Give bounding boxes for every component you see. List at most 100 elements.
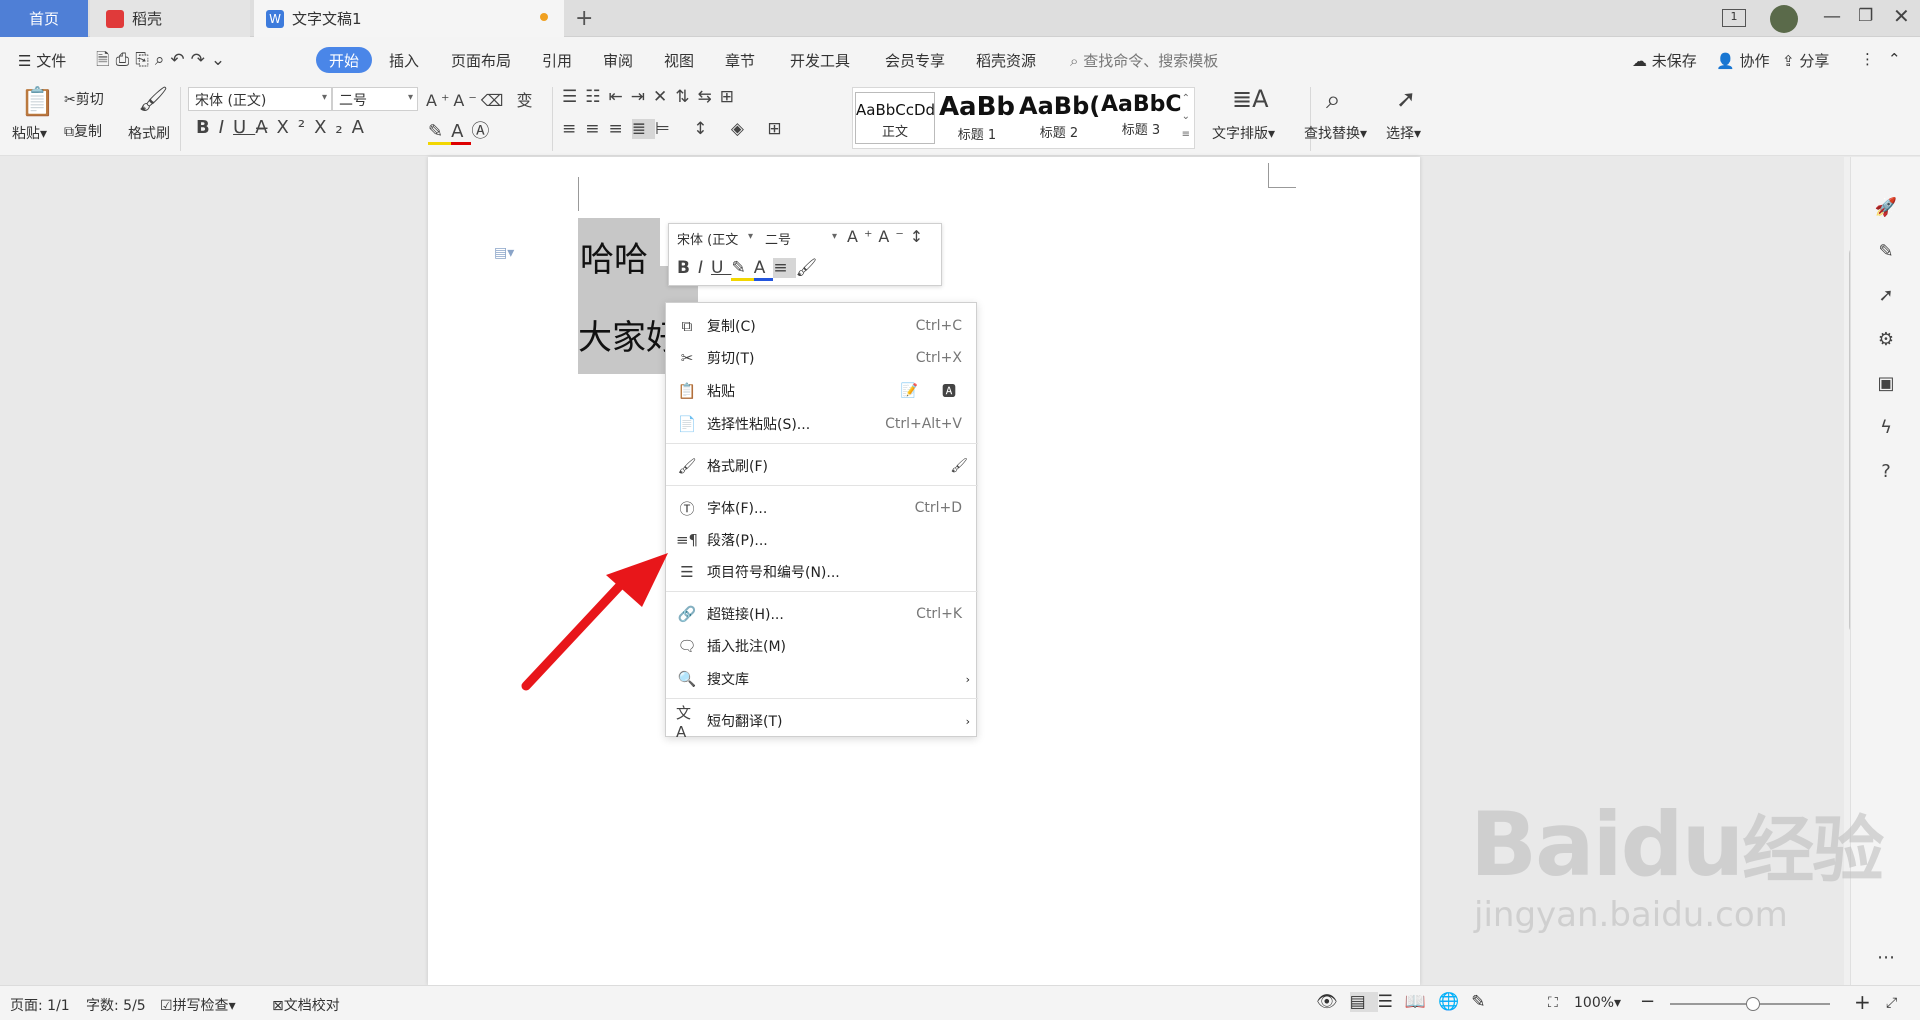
ctx-search-library[interactable]: 🔍 搜文库 › <box>666 664 978 694</box>
proofread-button[interactable]: ⊠文档校对 <box>272 995 340 1015</box>
text-layout-icon[interactable]: ≣A <box>1232 85 1269 113</box>
select-cursor-icon[interactable]: ➚ <box>1396 85 1416 113</box>
paragraph-layout-icon[interactable]: ▤▾ <box>494 245 514 261</box>
font-style-icons[interactable]: BIUA̶X²X₂A <box>196 117 373 138</box>
ctx-divider <box>666 698 978 699</box>
cursor-icon[interactable]: ➚ <box>1873 285 1899 311</box>
window-count-icon[interactable]: 1 <box>1722 9 1746 27</box>
ctx-cut[interactable]: ✂ 剪切(T) Ctrl+X <box>666 343 978 373</box>
highlight-color-icons[interactable]: ✎AⒶ <box>428 117 497 145</box>
more-icon[interactable]: ⋯ <box>1873 947 1899 973</box>
ctx-bullets[interactable]: ☰ 项目符号和编号(N)... <box>666 557 978 587</box>
ctx-copy[interactable]: ⧉ 复制(C) Ctrl+C <box>666 311 978 341</box>
style-heading2[interactable]: AaBb(标题 2 <box>1019 92 1099 144</box>
quick-access-icons[interactable]: 🗎⎙⎘⌕↶↷⌄ <box>96 47 231 76</box>
font-grow-shrink-icons[interactable]: A⁺A⁻⌫ 变 <box>426 87 537 111</box>
list-indent-icons[interactable]: ☰☷⇤⇥✕⇅⇆⊞ <box>562 87 742 107</box>
menu-view[interactable]: 视图 <box>664 50 694 71</box>
sliders-icon[interactable]: ⚙ <box>1873 329 1899 355</box>
minimize-icon[interactable]: — <box>1823 6 1841 27</box>
menu-references[interactable]: 引用 <box>542 50 572 71</box>
cut-button[interactable]: ✂剪切 <box>64 89 104 109</box>
style-heading1-label: 标题 1 <box>957 128 997 143</box>
format-painter-button[interactable]: 格式刷 <box>128 123 170 143</box>
mini-format-icons[interactable]: BIU✎A≡🖌 <box>677 258 825 281</box>
ctx-label: 段落(P)... <box>707 533 768 549</box>
text-layout-button[interactable]: 文字排版▾ <box>1212 123 1275 143</box>
ctx-paragraph[interactable]: ≡¶ 段落(P)... <box>666 525 978 555</box>
menu-file[interactable]: ☰ 文件 <box>18 50 66 71</box>
help-icon[interactable]: ? <box>1873 461 1899 487</box>
font-family-select[interactable]: 宋体 (正文) ▾ <box>188 87 332 111</box>
style-heading3[interactable]: AaBbC 标题 3 <box>1101 92 1181 144</box>
ctx-paste[interactable]: 📋 粘贴 📝 🅰 <box>666 376 978 406</box>
menu-insert[interactable]: 插入 <box>389 50 419 71</box>
find-replace-button[interactable]: 查找替换▾ <box>1304 123 1367 143</box>
paste-icon[interactable]: 📋 <box>20 85 55 118</box>
pen-icon[interactable]: ✎ <box>1873 241 1899 267</box>
paste-keep-format-icon[interactable]: 🅰 <box>942 381 956 401</box>
word-count[interactable]: 字数: 5/5 <box>86 995 146 1015</box>
zoom-out-icon[interactable]: − <box>1640 991 1655 1012</box>
view-mode-icons[interactable]: 👁▤☰📖🌐✎ <box>1316 992 1497 1012</box>
copy-button[interactable]: ⧉复制 <box>64 121 102 141</box>
image-edit-icon[interactable]: ▣ <box>1873 373 1899 399</box>
style-normal-preview: AaBbCcDd <box>856 101 934 119</box>
new-tab-icon[interactable]: + <box>575 6 593 31</box>
collab-button[interactable]: 👤 协作 <box>1716 50 1769 71</box>
menu-section[interactable]: 章节 <box>725 50 755 71</box>
command-search[interactable]: ⌕ 查找命令、搜索模板 <box>1070 50 1218 71</box>
zoom-in-icon[interactable]: + <box>1854 990 1871 1014</box>
fullscreen-icon[interactable]: ⤢ <box>1886 995 1897 1011</box>
ctx-comment[interactable]: 🗨 插入批注(M) <box>666 631 978 661</box>
ctx-translate[interactable]: 文A 短句翻译(T) › <box>666 704 978 741</box>
styles-scroll-icon[interactable]: ⌃ ⌄ ≡ <box>1182 90 1190 144</box>
format-painter-icon[interactable]: 🖌 <box>138 85 168 113</box>
find-icon[interactable]: ⌕ <box>1326 85 1341 116</box>
paste-text-only-icon[interactable]: 📝 <box>901 383 918 399</box>
ctx-font[interactable]: Ⓣ 字体(F)... Ctrl+D <box>666 493 978 523</box>
style-normal[interactable]: AaBbCcDd 正文 <box>855 92 935 144</box>
style-heading1[interactable]: AaBb 标题 1 <box>937 92 1017 144</box>
doc-line-2[interactable]: 大家好 <box>578 310 670 359</box>
close-icon[interactable]: ✕ <box>1893 4 1910 28</box>
tab-home[interactable]: 首页 <box>0 0 88 37</box>
more-icon[interactable]: ⋮ <box>1860 50 1875 68</box>
zoom-slider-handle[interactable] <box>1746 997 1760 1011</box>
format-painter-alt-icon[interactable]: 🖌 <box>950 458 968 474</box>
ctx-format-painter[interactable]: 🖌 格式刷(F) 🖌 <box>666 451 978 481</box>
menu-review[interactable]: 审阅 <box>603 50 633 71</box>
mini-font-select[interactable]: 宋体 (正文 ▾ <box>671 227 757 251</box>
menu-vip[interactable]: 会员专享 <box>885 50 945 71</box>
font-size-select[interactable]: 二号 ▾ <box>332 87 418 111</box>
menu-page-layout[interactable]: 页面布局 <box>451 50 511 71</box>
select-label: 选择 <box>1386 126 1414 142</box>
page-count[interactable]: 页面: 1/1 <box>10 995 70 1015</box>
spell-check-button[interactable]: ☑拼写检查▾ <box>160 995 236 1015</box>
zoom-select[interactable]: 100%▾ <box>1574 995 1621 1011</box>
collapse-ribbon-icon[interactable]: ⌃ <box>1888 50 1901 68</box>
menu-dev-tools[interactable]: 开发工具 <box>790 50 850 71</box>
select-button[interactable]: 选择▾ <box>1386 123 1421 143</box>
menu-daoke-resources[interactable]: 稻壳资源 <box>976 50 1036 71</box>
cut-label: 剪切 <box>75 92 104 108</box>
restore-icon[interactable]: ❐ <box>1858 6 1873 26</box>
avatar[interactable] <box>1770 5 1798 33</box>
ctx-paste-special[interactable]: 📄 选择性粘贴(S)... Ctrl+Alt+V <box>666 409 978 439</box>
rocket-icon[interactable]: 🚀 <box>1873 197 1899 223</box>
ribbon-divider <box>180 87 181 151</box>
mini-font-size-icons[interactable]: A⁺A⁻↕ <box>847 227 929 246</box>
paste-button[interactable]: 粘贴▾ <box>12 123 47 143</box>
ctx-hyperlink[interactable]: 🔗 超链接(H)... Ctrl+K <box>666 599 978 629</box>
doc-line-1[interactable]: 哈哈 <box>580 232 648 281</box>
lightning-icon[interactable]: ϟ <box>1873 417 1899 443</box>
tab-daoke[interactable]: 稻壳 <box>90 0 250 37</box>
tab-document[interactable]: W 文字文稿1 <box>254 0 564 37</box>
share-button[interactable]: ⇪ 分享 <box>1782 50 1829 71</box>
cloud-save-button[interactable]: ☁ 未保存 <box>1632 50 1697 71</box>
mini-size-select[interactable]: 二号 ▾ <box>759 227 841 251</box>
menu-start[interactable]: 开始 <box>316 47 372 73</box>
fit-page-icon[interactable]: ⛶ <box>1548 995 1558 1011</box>
styles-gallery: AaBbCcDd 正文 AaBb 标题 1 AaBb(标题 2 AaBbC 标题 3 … <box>852 87 1195 149</box>
alignment-icons[interactable]: ≡≡≡≣⊨ ↕ ◈ ⊞ <box>562 119 791 139</box>
